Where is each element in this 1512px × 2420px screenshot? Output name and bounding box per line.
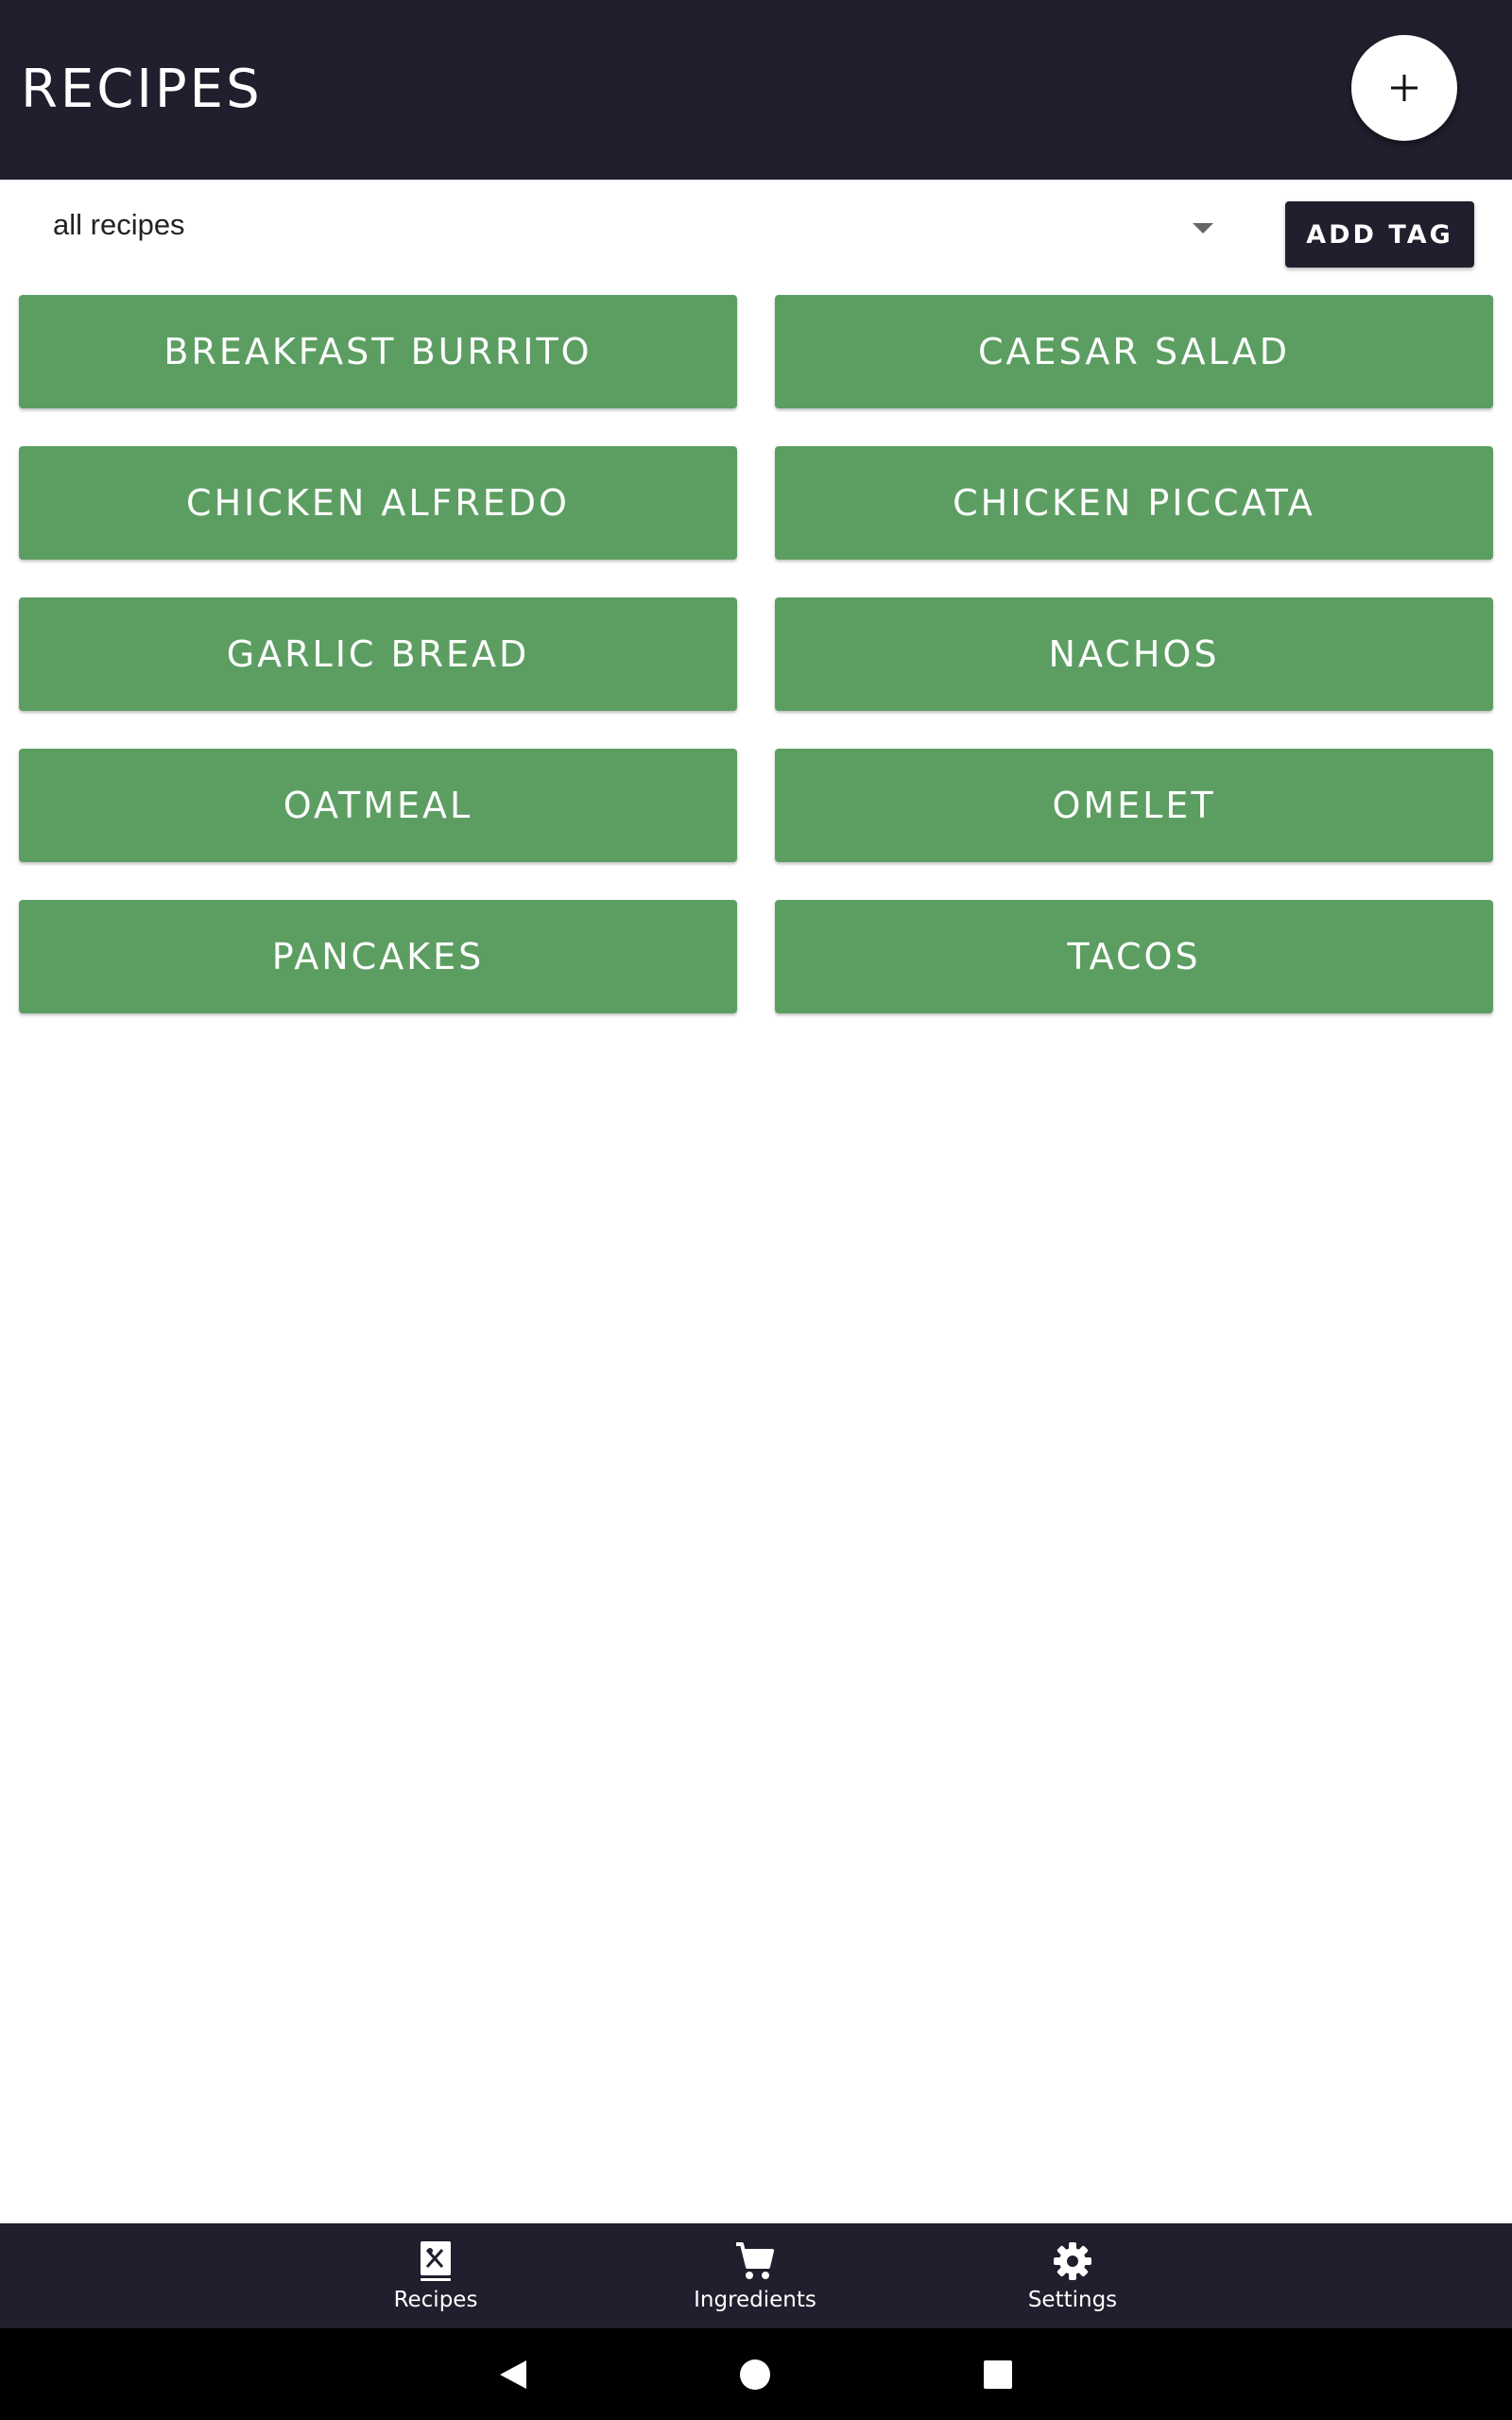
nav-item-recipes[interactable]: Recipes bbox=[332, 2223, 540, 2328]
recipe-button[interactable]: TACOS bbox=[775, 900, 1493, 1013]
filter-row: all recipes ADD TAG bbox=[0, 180, 1512, 293]
recipe-button[interactable]: OATMEAL bbox=[19, 749, 737, 862]
nav-label-ingredients: Ingredients bbox=[694, 2288, 816, 2312]
app-header: RECIPES bbox=[0, 0, 1512, 180]
page-title: RECIPES bbox=[21, 59, 263, 120]
home-icon[interactable] bbox=[739, 2359, 771, 2391]
add-tag-button[interactable]: ADD TAG bbox=[1285, 201, 1474, 268]
nav-item-settings[interactable]: Settings bbox=[969, 2223, 1177, 2328]
bottom-navigation: Recipes Ingredients Settings bbox=[0, 2223, 1512, 2328]
dropdown-arrow-icon bbox=[1193, 223, 1213, 233]
recent-apps-icon[interactable] bbox=[983, 2360, 1013, 2390]
recipe-button[interactable]: PANCAKES bbox=[19, 900, 737, 1013]
recipe-button[interactable]: GARLIC BREAD bbox=[19, 597, 737, 711]
recipe-book-icon bbox=[421, 2241, 451, 2281]
gear-icon bbox=[1054, 2242, 1091, 2280]
plus-icon bbox=[1391, 75, 1418, 101]
recipe-grid: BREAKFAST BURRITO CAESAR SALAD CHICKEN A… bbox=[19, 295, 1493, 1013]
nav-item-ingredients[interactable]: Ingredients bbox=[651, 2223, 859, 2328]
tag-filter-value: all recipes bbox=[53, 208, 185, 241]
recipe-button[interactable]: OMELET bbox=[775, 749, 1493, 862]
cart-icon bbox=[736, 2242, 774, 2279]
recipe-button[interactable]: CHICKEN PICCATA bbox=[775, 446, 1493, 560]
system-navigation-bar bbox=[0, 2328, 1512, 2420]
back-icon[interactable] bbox=[498, 2359, 528, 2391]
add-recipe-button[interactable] bbox=[1351, 35, 1457, 141]
recipe-button[interactable]: CHICKEN ALFREDO bbox=[19, 446, 737, 560]
tag-filter-select[interactable]: all recipes bbox=[19, 197, 1228, 253]
recipe-button[interactable]: CAESAR SALAD bbox=[775, 295, 1493, 408]
recipe-button[interactable]: NACHOS bbox=[775, 597, 1493, 711]
recipe-button[interactable]: BREAKFAST BURRITO bbox=[19, 295, 737, 408]
nav-label-recipes: Recipes bbox=[393, 2288, 478, 2312]
nav-label-settings: Settings bbox=[1027, 2288, 1118, 2312]
